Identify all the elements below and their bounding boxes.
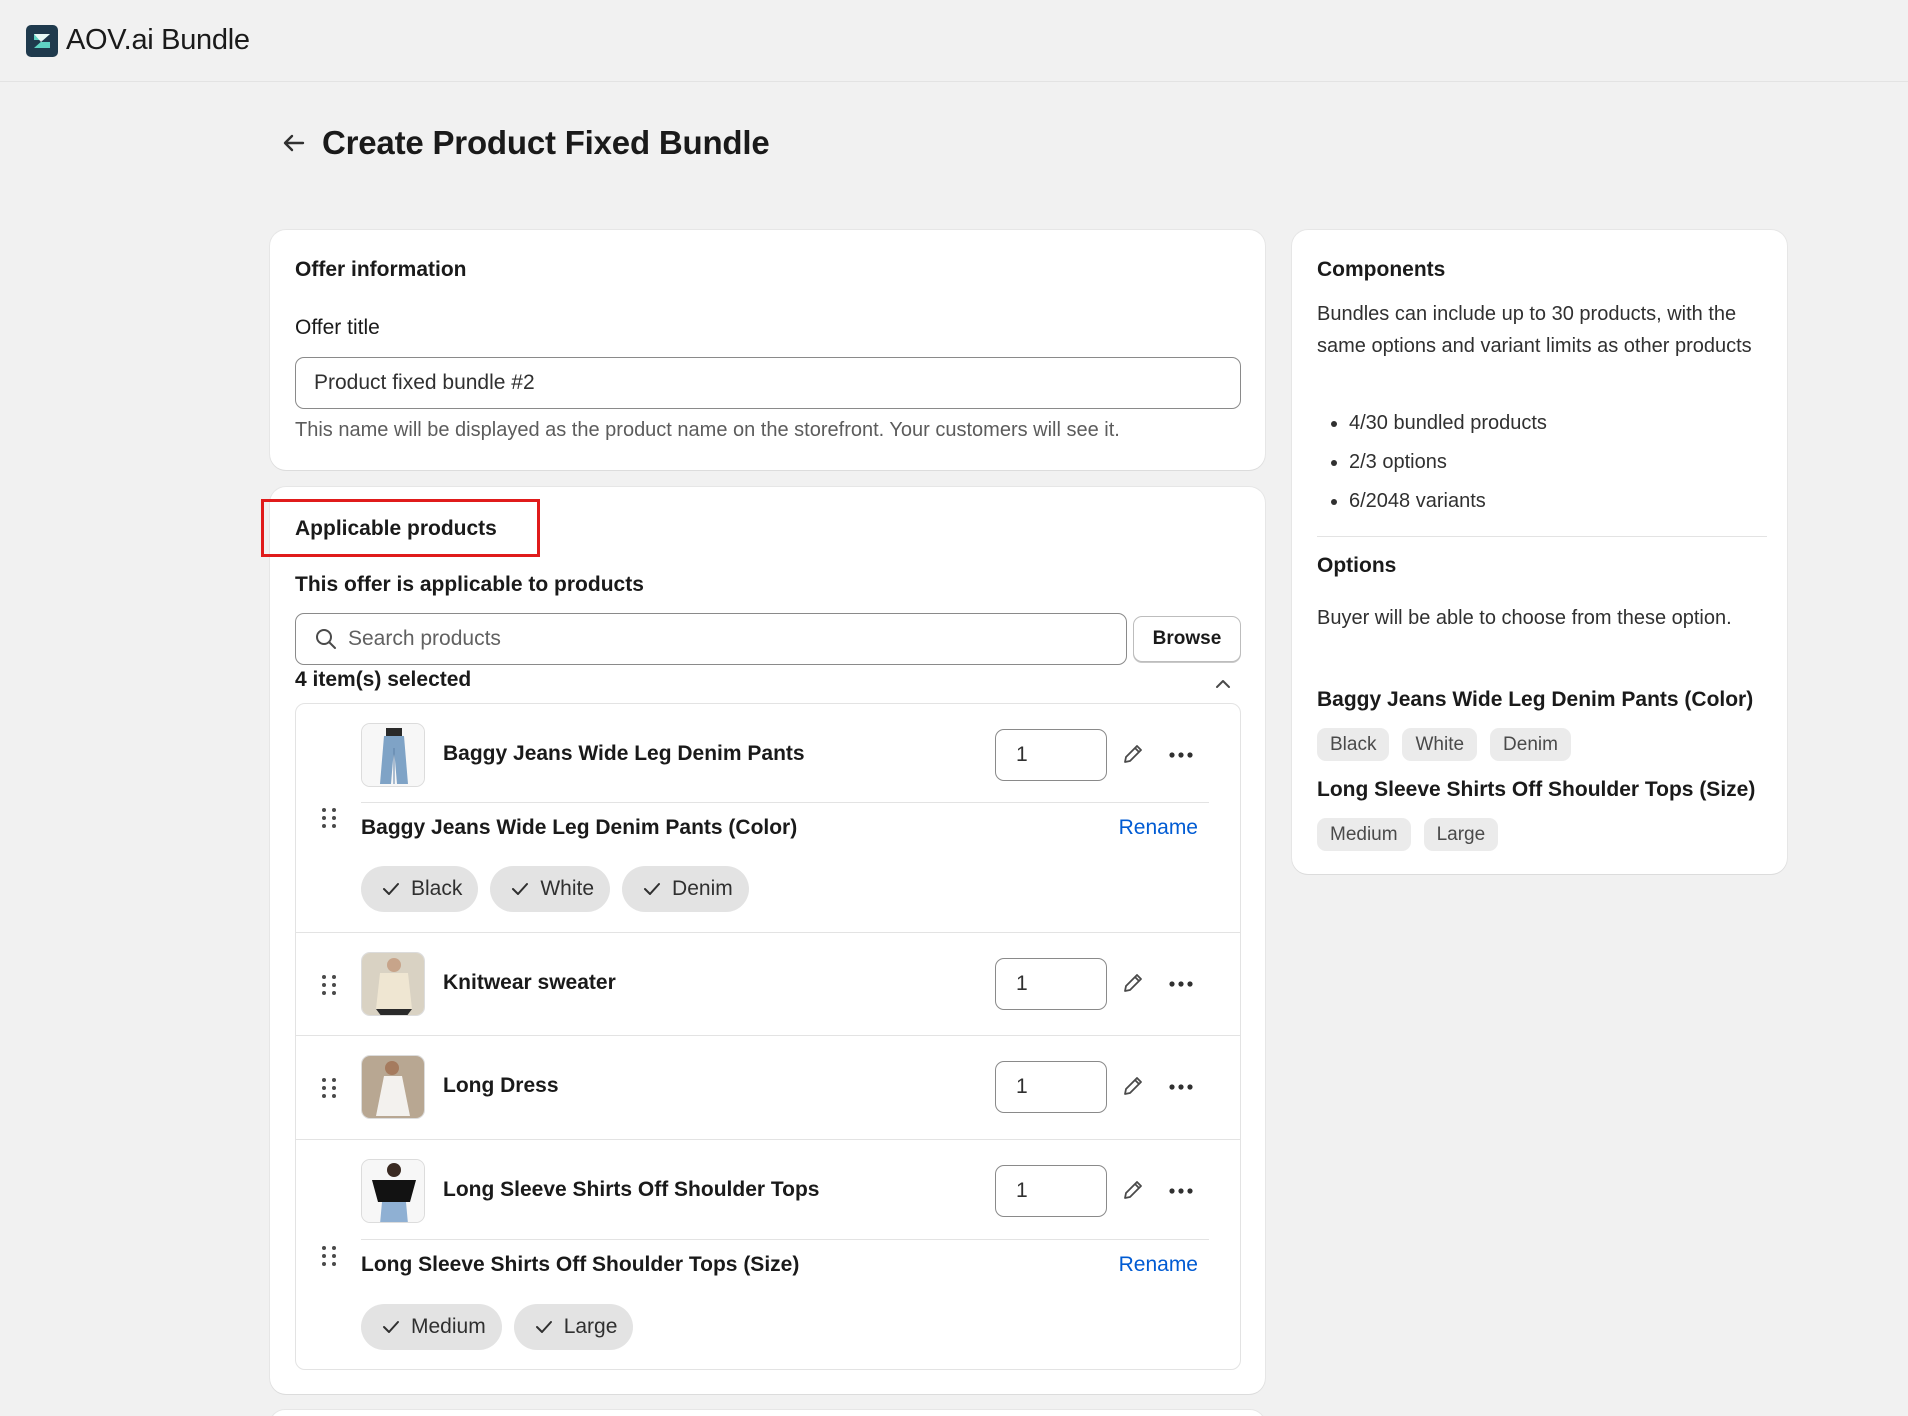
more-horizontal-icon[interactable] — [1166, 968, 1196, 998]
more-horizontal-icon[interactable] — [1166, 1071, 1196, 1101]
quantity-value: 1 — [1016, 972, 1028, 995]
option-group-tags-size: Medium Large — [1317, 818, 1499, 851]
quantity-input[interactable]: 1 — [995, 1165, 1107, 1217]
offer-title-value: Product fixed bundle #2 — [314, 371, 535, 394]
components-heading: Components — [1317, 258, 1446, 281]
limit-options: 2/3 options — [1349, 443, 1547, 482]
chip-label: Large — [563, 1315, 618, 1338]
search-products-input[interactable]: Search products — [295, 613, 1127, 665]
product-thumbnail-dress — [361, 1055, 425, 1119]
checkmark-icon — [535, 1321, 552, 1333]
product-thumbnail-sweater — [361, 952, 425, 1016]
row-divider — [361, 802, 1209, 803]
product-row-long-dress: Long Dress 1 — [296, 1036, 1240, 1140]
checkmark-icon — [644, 883, 661, 895]
tag-large: Large — [1423, 818, 1499, 851]
product-name: Long Sleeve Shirts Off Shoulder Tops — [443, 1178, 820, 1201]
chip-label: White — [540, 877, 595, 900]
product-row-knitwear-sweater: Knitwear sweater 1 — [296, 933, 1240, 1036]
option-chip-denim[interactable]: Denim — [622, 866, 749, 912]
drag-handle-icon[interactable] — [322, 1246, 338, 1268]
product-name: Baggy Jeans Wide Leg Denim Pants — [443, 742, 805, 765]
pencil-edit-icon[interactable] — [1118, 1071, 1148, 1101]
selected-products-list: Baggy Jeans Wide Leg Denim Pants 1 Baggy… — [295, 703, 1241, 1370]
product-name: Knitwear sweater — [443, 971, 616, 994]
quantity-input[interactable]: 1 — [995, 729, 1107, 781]
offer-title-input[interactable]: Product fixed bundle #2 — [295, 357, 1241, 409]
pencil-edit-icon[interactable] — [1118, 739, 1148, 769]
pencil-edit-icon[interactable] — [1118, 1175, 1148, 1205]
rename-link[interactable]: Rename — [1119, 1253, 1198, 1277]
option-chip-black[interactable]: Black — [361, 866, 479, 912]
quantity-input[interactable]: 1 — [995, 1061, 1107, 1113]
chip-label: Denim — [672, 877, 733, 900]
option-value-chips: Black White Denim — [361, 866, 749, 912]
quantity-value: 1 — [1016, 1179, 1028, 1202]
components-card: Components Bundles can include up to 30 … — [1292, 230, 1787, 874]
tag-white: White — [1402, 728, 1478, 761]
applicable-products-heading: Applicable products — [295, 517, 497, 540]
option-group-title-size: Long Sleeve Shirts Off Shoulder Tops (Si… — [1317, 778, 1756, 801]
option-title: Baggy Jeans Wide Leg Denim Pants (Color) — [361, 816, 798, 839]
product-name: Long Dress — [443, 1074, 559, 1097]
quantity-value: 1 — [1016, 743, 1028, 766]
quantity-input[interactable]: 1 — [995, 958, 1107, 1010]
checkmark-icon — [383, 883, 399, 895]
product-row-baggy-jeans: Baggy Jeans Wide Leg Denim Pants 1 Baggy… — [296, 704, 1240, 933]
components-description: Bundles can include up to 30 products, w… — [1317, 303, 1752, 357]
components-divider — [1317, 536, 1767, 537]
offer-information-heading: Offer information — [295, 258, 467, 281]
next-card-partial — [270, 1410, 1265, 1416]
product-thumbnail-jeans — [361, 723, 425, 787]
option-chip-white[interactable]: White — [490, 866, 611, 912]
browse-button[interactable]: Browse — [1133, 616, 1241, 662]
options-description: Buyer will be able to choose from these … — [1317, 607, 1732, 629]
app-logo-icon — [26, 24, 58, 57]
limit-bundled-products: 4/30 bundled products — [1349, 404, 1547, 443]
product-thumbnail-shirt — [361, 1159, 425, 1223]
applicable-products-subheading: This offer is applicable to products — [295, 573, 644, 596]
chip-label: Black — [411, 877, 463, 900]
tag-denim: Denim — [1490, 728, 1571, 761]
option-chip-large[interactable]: Large — [513, 1304, 634, 1350]
tag-medium: Medium — [1317, 818, 1411, 851]
limit-variants: 6/2048 variants — [1349, 482, 1547, 521]
option-chip-medium[interactable]: Medium — [361, 1304, 502, 1350]
top-bar: AOV.ai Bundle — [0, 0, 1908, 82]
product-row-long-sleeve-shirts: Long Sleeve Shirts Off Shoulder Tops 1 L… — [296, 1140, 1240, 1369]
option-group-title-color: Baggy Jeans Wide Leg Denim Pants (Color) — [1317, 688, 1754, 711]
drag-handle-icon[interactable] — [322, 808, 338, 830]
app-name: AOV.ai Bundle — [66, 24, 250, 56]
drag-handle-icon[interactable] — [322, 1078, 338, 1100]
more-horizontal-icon[interactable] — [1166, 739, 1196, 769]
row-divider — [361, 1239, 1209, 1240]
option-group-tags-color: Black White Denim — [1317, 728, 1571, 761]
tag-black: Black — [1317, 728, 1390, 761]
selected-count: 4 item(s) selected — [295, 668, 472, 691]
search-icon — [316, 629, 336, 649]
more-horizontal-icon[interactable] — [1166, 1175, 1196, 1205]
options-heading: Options — [1317, 554, 1397, 577]
rename-link[interactable]: Rename — [1119, 816, 1198, 840]
pencil-edit-icon[interactable] — [1118, 968, 1148, 998]
page-header: Create Product Fixed Bundle — [276, 118, 770, 168]
quantity-value: 1 — [1016, 1075, 1028, 1098]
collapse-chevron-up-icon[interactable] — [1210, 671, 1236, 697]
checkmark-icon — [383, 1321, 399, 1333]
search-placeholder: Search products — [348, 627, 501, 650]
option-title: Long Sleeve Shirts Off Shoulder Tops (Si… — [361, 1253, 800, 1276]
applicable-products-card: Applicable products This offer is applic… — [270, 487, 1265, 1394]
offer-title-label: Offer title — [295, 316, 380, 339]
offer-information-card: Offer information Offer title Product fi… — [270, 230, 1265, 470]
chip-label: Medium — [411, 1315, 486, 1338]
checkmark-icon — [512, 883, 529, 895]
back-arrow-icon[interactable] — [276, 125, 312, 161]
page-title: Create Product Fixed Bundle — [322, 124, 770, 161]
components-limits-list: 4/30 bundled products 2/3 options 6/2048… — [1317, 404, 1547, 521]
option-value-chips: Medium Large — [361, 1304, 634, 1350]
drag-handle-icon[interactable] — [322, 975, 338, 997]
offer-title-help: This name will be displayed as the produ… — [295, 419, 1120, 441]
